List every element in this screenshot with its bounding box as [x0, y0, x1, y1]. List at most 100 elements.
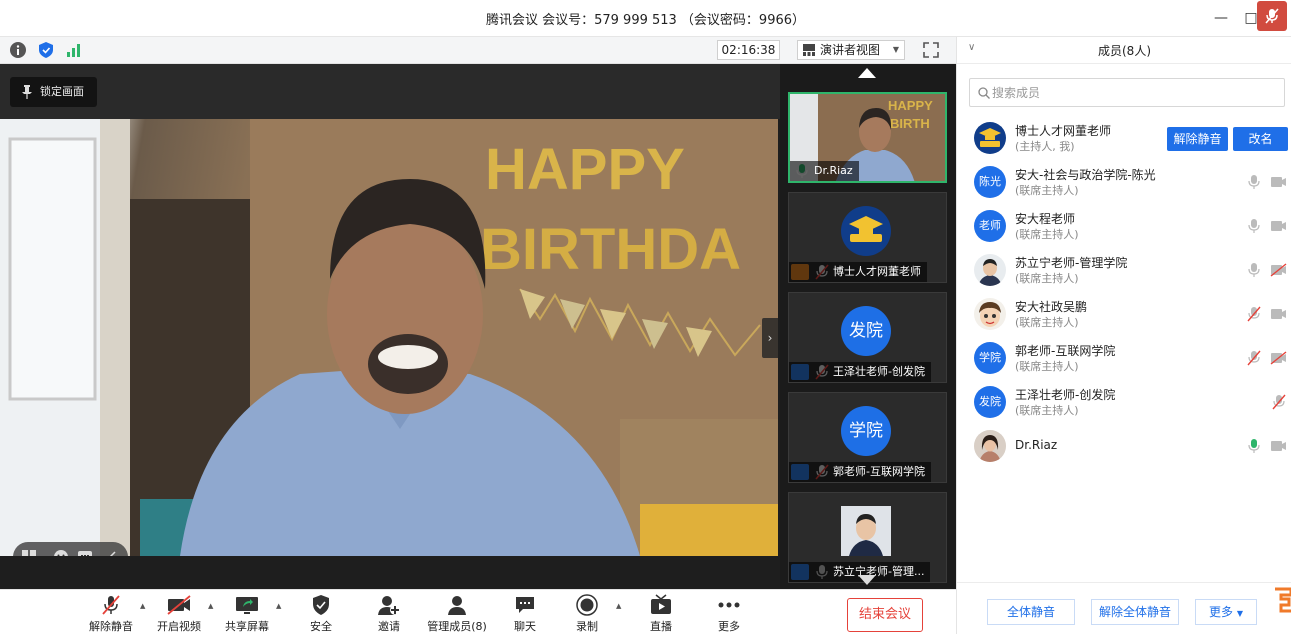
chevron-right-icon: ›	[767, 331, 773, 345]
end-meeting-button[interactable]: 结束会议	[847, 598, 923, 632]
share-screen-label: 共享屏幕	[225, 620, 269, 633]
tile-name: 王泽壮老师-创发院	[789, 362, 931, 382]
member-avatar: 发院	[974, 386, 1006, 418]
member-role: (主持人, 我)	[1015, 140, 1075, 153]
mic-icon[interactable]	[1247, 262, 1261, 278]
shield-icon[interactable]	[37, 41, 55, 59]
rename-button[interactable]: 改名	[1233, 127, 1288, 151]
record-icon	[576, 594, 598, 616]
add-user-icon	[378, 596, 400, 615]
emoji-icon[interactable]	[53, 549, 69, 556]
chat-button[interactable]: 聊天	[490, 594, 560, 634]
invite-button[interactable]: 邀请	[354, 594, 424, 634]
layout-icon[interactable]	[21, 549, 37, 556]
gallery-tile-host[interactable]: 博士人才网董老师	[788, 192, 947, 283]
gallery-tile-su[interactable]: 苏立宁老师-管理...	[788, 492, 947, 583]
search-input[interactable]	[992, 83, 1272, 103]
mic-icon[interactable]	[1247, 174, 1261, 190]
fullscreen-icon[interactable]	[921, 40, 941, 60]
chevron-up-icon[interactable]: ▲	[616, 602, 621, 610]
su-photo-avatar	[841, 506, 891, 556]
mute-all-button[interactable]: 全体静音	[987, 599, 1075, 625]
member-row[interactable]: 老师 安大程老师 (联席主持人)	[957, 204, 1291, 248]
start-video-label: 开启视频	[157, 620, 201, 633]
view-mode-dropdown[interactable]: 演讲者视图 ▼	[797, 40, 905, 60]
member-row[interactable]: 陈光 安大-社会与政治学院-陈光 (联席主持人)	[957, 160, 1291, 204]
camera-icon[interactable]	[1270, 175, 1287, 189]
mic-active-icon[interactable]	[1247, 438, 1261, 454]
gallery-tile-dr-riaz[interactable]: HAPPY BIRTH Dr.Riaz	[788, 92, 947, 183]
live-button[interactable]: 直播	[626, 594, 696, 634]
more-button[interactable]: 更多	[694, 594, 764, 634]
bullet-comment-icon[interactable]	[77, 549, 93, 556]
mic-muted-icon[interactable]	[1247, 306, 1261, 322]
live-label: 直播	[650, 620, 672, 633]
camera-icon[interactable]	[1270, 307, 1287, 321]
chevron-up-icon[interactable]: ▲	[276, 602, 281, 610]
avatar-text: 发院	[841, 306, 891, 356]
balloon-text-happy: HAPPY	[485, 137, 685, 202]
security-button[interactable]: 安全	[286, 594, 356, 634]
member-row[interactable]: 苏立宁老师-管理学院 (联席主持人)	[957, 248, 1291, 292]
chat-label: 聊天	[514, 620, 536, 633]
info-icon[interactable]	[9, 41, 27, 59]
view-mode-label: 演讲者视图	[820, 43, 881, 57]
person-photo	[978, 259, 1002, 286]
scroll-up-arrow[interactable]	[858, 68, 876, 78]
collapse-gallery-button[interactable]: ›	[762, 318, 778, 358]
gallery-tile-wang[interactable]: 发院 王泽壮老师-创发院	[788, 292, 947, 383]
member-name: 安大程老师	[1015, 212, 1076, 226]
member-photo-avatar	[974, 430, 1006, 462]
scroll-down-arrow[interactable]	[858, 575, 876, 585]
grid-view-icon	[803, 44, 815, 56]
camera-icon[interactable]	[1270, 439, 1287, 453]
collapse-left-icon[interactable]	[105, 549, 121, 556]
more-icon	[718, 602, 740, 608]
member-name: 博士人才网董老师	[1015, 124, 1112, 138]
member-avatar: 陈光	[974, 166, 1006, 198]
member-name: Dr.Riaz	[1015, 438, 1058, 452]
members-panel-footer: 全体静音 解除全体静音 更多 ▼	[957, 582, 1291, 634]
member-row[interactable]: 博士人才网董老师 (主持人, 我) 解除静音 改名	[957, 116, 1291, 160]
members-panel: ∨ 成员(8人) 博士人才网董老师 (主持人, 我) 解除静音 改名 陈光 安大…	[956, 37, 1291, 634]
member-row[interactable]: 发院 王泽壮老师-创发院 (联席主持人)	[957, 380, 1291, 424]
minimize-button[interactable]: —	[1211, 8, 1231, 28]
more-options-button[interactable]: 更多 ▼	[1195, 599, 1257, 625]
unmute-button[interactable]: 解除静音	[76, 594, 146, 634]
tencent-meeting-window: 腾讯会议 会议号：579 999 513 （会议密码：9966） — □ 02:…	[0, 0, 1291, 634]
mic-icon[interactable]	[1247, 218, 1261, 234]
camera-icon[interactable]	[1270, 219, 1287, 233]
speaker-scene: HAPPY BIRTHDA	[0, 119, 778, 556]
start-video-button[interactable]: 开启视频	[144, 594, 214, 634]
unmute-all-button[interactable]: 解除全体静音	[1091, 599, 1179, 625]
mic-muted-icon[interactable]	[1247, 350, 1261, 366]
gallery-tile-guo[interactable]: 学院 郭老师-互联网学院	[788, 392, 947, 483]
cartoon-face	[979, 302, 1001, 327]
member-cartoon-avatar	[974, 298, 1006, 330]
unmute-label: 解除静音	[89, 620, 133, 633]
recording-indicator[interactable]	[1257, 1, 1287, 31]
host-logo-avatar	[974, 122, 1006, 154]
meeting-title: 腾讯会议 会议号：579 999 513 （会议密码：9966）	[485, 13, 806, 28]
unmute-member-button[interactable]: 解除静音	[1167, 127, 1228, 151]
lock-screen-button[interactable]: 锁定画面	[10, 77, 97, 107]
main-video-stage: 锁定画面 HAPPY BIRTHDA ›	[0, 64, 780, 589]
host-logo-avatar	[841, 206, 891, 256]
share-screen-button[interactable]: 共享屏幕	[212, 594, 282, 634]
member-row[interactable]: 学院 郭老师-互联网学院 (联席主持人)	[957, 336, 1291, 380]
member-role: (联席主持人)	[1015, 184, 1079, 197]
member-row[interactable]: Dr.Riaz	[957, 424, 1291, 468]
svg-text:BIRTH: BIRTH	[890, 116, 930, 131]
signal-strength-icon[interactable]	[65, 41, 83, 59]
app-logo-icon	[1275, 587, 1291, 613]
member-name: 安大-社会与政治学院-陈光	[1015, 168, 1156, 182]
manage-members-button[interactable]: 管理成员(8)	[422, 594, 492, 634]
member-row[interactable]: 安大社政吴鹏 (联席主持人)	[957, 292, 1291, 336]
member-search-box[interactable]	[969, 78, 1285, 107]
camera-off-icon[interactable]	[1270, 263, 1287, 277]
muted-mic-icon	[102, 595, 120, 615]
camera-off-icon[interactable]	[1270, 351, 1287, 365]
mic-muted-icon[interactable]	[1272, 394, 1286, 410]
record-button[interactable]: 录制	[552, 594, 622, 634]
member-avatar: 学院	[974, 342, 1006, 374]
